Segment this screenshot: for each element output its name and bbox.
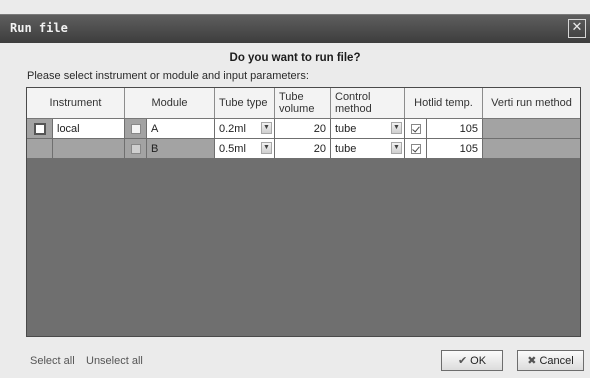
tube-type-select[interactable]: 0.5ml ▼	[215, 139, 275, 159]
check-icon: ✔	[457, 355, 468, 367]
header-hotlid-temp: Hotlid temp.	[405, 88, 483, 118]
ok-button[interactable]: ✔ OK	[441, 350, 503, 371]
table-header: Instrument Module Tube type Tube volume …	[27, 88, 580, 119]
header-instrument: Instrument	[27, 88, 125, 118]
verti-run-method-cell	[483, 139, 580, 159]
instrument-checkbox[interactable]	[33, 122, 46, 135]
control-method-value: tube	[335, 122, 357, 135]
run-file-dialog: Run file ✕ Do you want to run file? Plea…	[0, 0, 590, 378]
unselect-all-link[interactable]: Unselect all	[86, 355, 143, 367]
hotlid-temp-input[interactable]: 105	[427, 119, 483, 139]
confirm-question: Do you want to run file?	[229, 52, 361, 64]
title-bar: Run file ✕	[0, 14, 590, 43]
header-verti-run-method: Verti run method	[491, 97, 572, 109]
close-button[interactable]: ✕	[568, 19, 586, 38]
header-control-method: Control method	[331, 88, 405, 118]
cancel-label: Cancel	[539, 354, 574, 367]
tube-type-select[interactable]: 0.2ml ▼	[215, 119, 275, 139]
hotlid-temp-input[interactable]: 105	[427, 139, 483, 159]
module-checkbox-cell	[125, 119, 147, 139]
select-all-link[interactable]: Select all	[30, 355, 75, 367]
control-method-value: tube	[335, 142, 357, 155]
tube-type-value: 0.2ml	[219, 122, 246, 135]
tube-volume-input[interactable]: 20	[275, 119, 331, 139]
control-method-select[interactable]: tube ▼	[331, 119, 405, 139]
module-checkbox[interactable]	[130, 123, 141, 134]
instruction-label: Please select instrument or module and i…	[27, 70, 309, 82]
header-module: Module	[125, 88, 215, 118]
table-row: local A 0.2ml ▼ 20 tube ▼ 105	[27, 119, 580, 139]
parameters-table: Instrument Module Tube type Tube volume …	[26, 87, 581, 337]
table-row: B 0.5ml ▼ 20 tube ▼ 105	[27, 139, 580, 159]
cross-icon: ✖	[527, 355, 537, 367]
instrument-name	[53, 139, 125, 159]
hotlid-checkbox[interactable]	[410, 123, 421, 134]
header-tube-volume: Tube volume	[275, 88, 331, 118]
hotlid-checkbox[interactable]	[410, 143, 421, 154]
window-title: Run file	[10, 21, 68, 35]
chevron-down-icon[interactable]: ▼	[261, 142, 272, 154]
control-method-select[interactable]: tube ▼	[331, 139, 405, 159]
module-name: B	[147, 139, 215, 159]
chevron-down-icon[interactable]: ▼	[261, 122, 272, 134]
hotlid-checkbox-cell	[405, 139, 427, 159]
tube-type-value: 0.5ml	[219, 142, 246, 155]
chevron-down-icon[interactable]: ▼	[391, 142, 402, 154]
verti-run-method-cell	[483, 119, 580, 139]
tube-volume-input[interactable]: 20	[275, 139, 331, 159]
hotlid-checkbox-cell	[405, 119, 427, 139]
cancel-button[interactable]: ✖ Cancel	[517, 350, 584, 371]
header-tube-type: Tube type	[215, 88, 275, 118]
chevron-down-icon[interactable]: ▼	[391, 122, 402, 134]
module-checkbox-cell	[125, 139, 147, 159]
module-name: A	[147, 119, 215, 139]
instrument-checkbox-cell	[27, 119, 53, 139]
instrument-name: local	[53, 119, 125, 139]
ok-label: OK	[470, 354, 487, 367]
module-checkbox[interactable]	[130, 143, 141, 154]
instrument-checkbox-cell	[27, 139, 53, 159]
